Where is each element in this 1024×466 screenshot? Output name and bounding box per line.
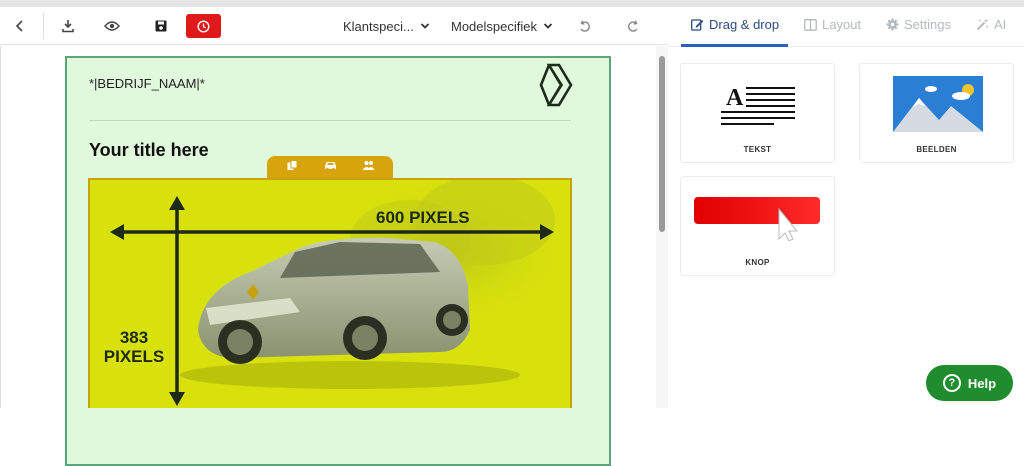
chevron-left-icon xyxy=(15,20,23,32)
tab-settings-label: Settings xyxy=(904,17,951,32)
users-icon[interactable] xyxy=(359,160,377,174)
eye-icon xyxy=(104,21,120,31)
magic-wand-icon xyxy=(976,18,989,31)
help-label: Help xyxy=(967,375,997,391)
layout-icon xyxy=(804,18,817,31)
model-specific-dropdown[interactable]: Modelspecifiek xyxy=(451,13,553,39)
back-button[interactable] xyxy=(8,13,32,39)
button-block-icon xyxy=(694,197,820,241)
download-icon xyxy=(62,20,74,33)
chevron-down-icon xyxy=(543,23,553,29)
image-block-icon xyxy=(893,76,983,132)
preview-button[interactable] xyxy=(100,13,124,39)
canvas-border xyxy=(0,46,1,408)
height-dimension-label: 383 PIXELS xyxy=(98,328,170,366)
download-button[interactable] xyxy=(56,13,80,39)
svg-text:A: A xyxy=(726,85,744,111)
panel-tabs: Drag & drop Layout Settings AI xyxy=(668,7,1024,47)
width-dimension-label: 600 PIXELS xyxy=(376,208,470,227)
block-toolbar xyxy=(267,156,393,178)
email-title[interactable]: Your title here xyxy=(89,140,209,161)
chevron-down-icon xyxy=(420,23,429,29)
text-block-icon: A xyxy=(721,85,795,125)
tab-ai-label: AI xyxy=(994,17,1007,32)
undo-icon xyxy=(579,20,590,32)
gear-icon xyxy=(886,18,899,31)
tab-drag-drop-label: Drag & drop xyxy=(709,17,780,32)
tab-drag-drop[interactable]: Drag & drop xyxy=(691,17,779,32)
hero-image-block[interactable]: 600 PIXELS 383 PIXELS xyxy=(88,178,572,410)
help-button[interactable]: ? Help xyxy=(926,365,1013,401)
toolbar-separator xyxy=(43,13,44,39)
block-card-button-label: KNOP xyxy=(745,258,770,267)
brand-logo xyxy=(539,63,573,107)
redo-icon xyxy=(627,20,638,32)
block-card-text-label: TEKST xyxy=(743,145,772,154)
schedule-button[interactable] xyxy=(186,14,221,38)
car-icon[interactable] xyxy=(321,160,339,174)
tab-layout[interactable]: Layout xyxy=(804,17,861,32)
window-top-strip xyxy=(0,0,1024,7)
editor-toolbar: Klantspeci... Modelspecifiek xyxy=(0,7,668,45)
duplicate-icon[interactable] xyxy=(283,160,301,174)
tab-layout-label: Layout xyxy=(822,17,862,32)
save-icon xyxy=(155,20,167,32)
email-template: *|BEDRIJF_NAAM|* Your title here 600 PIX… xyxy=(65,56,611,466)
height-dimension-unit: PIXELS xyxy=(103,347,165,366)
help-icon: ? xyxy=(942,374,961,392)
header-divider xyxy=(89,120,571,121)
save-button[interactable] xyxy=(149,13,173,39)
email-template-lower xyxy=(65,408,611,461)
block-card-text[interactable]: A TEKST xyxy=(680,63,835,163)
height-dimension-value: 383 xyxy=(119,328,149,347)
customer-specific-dropdown[interactable]: Klantspeci... xyxy=(343,13,430,39)
canvas-scrollbar-thumb[interactable] xyxy=(659,56,665,232)
edit-icon xyxy=(691,19,704,31)
tab-ai[interactable]: AI xyxy=(976,17,1006,32)
redo-button[interactable] xyxy=(620,13,646,39)
block-card-images-label: BEELDEN xyxy=(916,145,957,154)
dimension-arrows xyxy=(110,196,554,406)
block-card-button[interactable]: KNOP xyxy=(680,176,835,276)
block-card-images[interactable]: BEELDEN xyxy=(859,63,1014,163)
clock-icon xyxy=(197,19,210,33)
undo-button[interactable] xyxy=(571,13,597,39)
tab-settings[interactable]: Settings xyxy=(886,17,951,32)
customer-specific-label: Klantspeci... xyxy=(343,18,414,34)
company-name-placeholder[interactable]: *|BEDRIJF_NAAM|* xyxy=(89,76,205,91)
model-specific-label: Modelspecifiek xyxy=(451,18,537,34)
active-tab-indicator xyxy=(681,44,788,47)
